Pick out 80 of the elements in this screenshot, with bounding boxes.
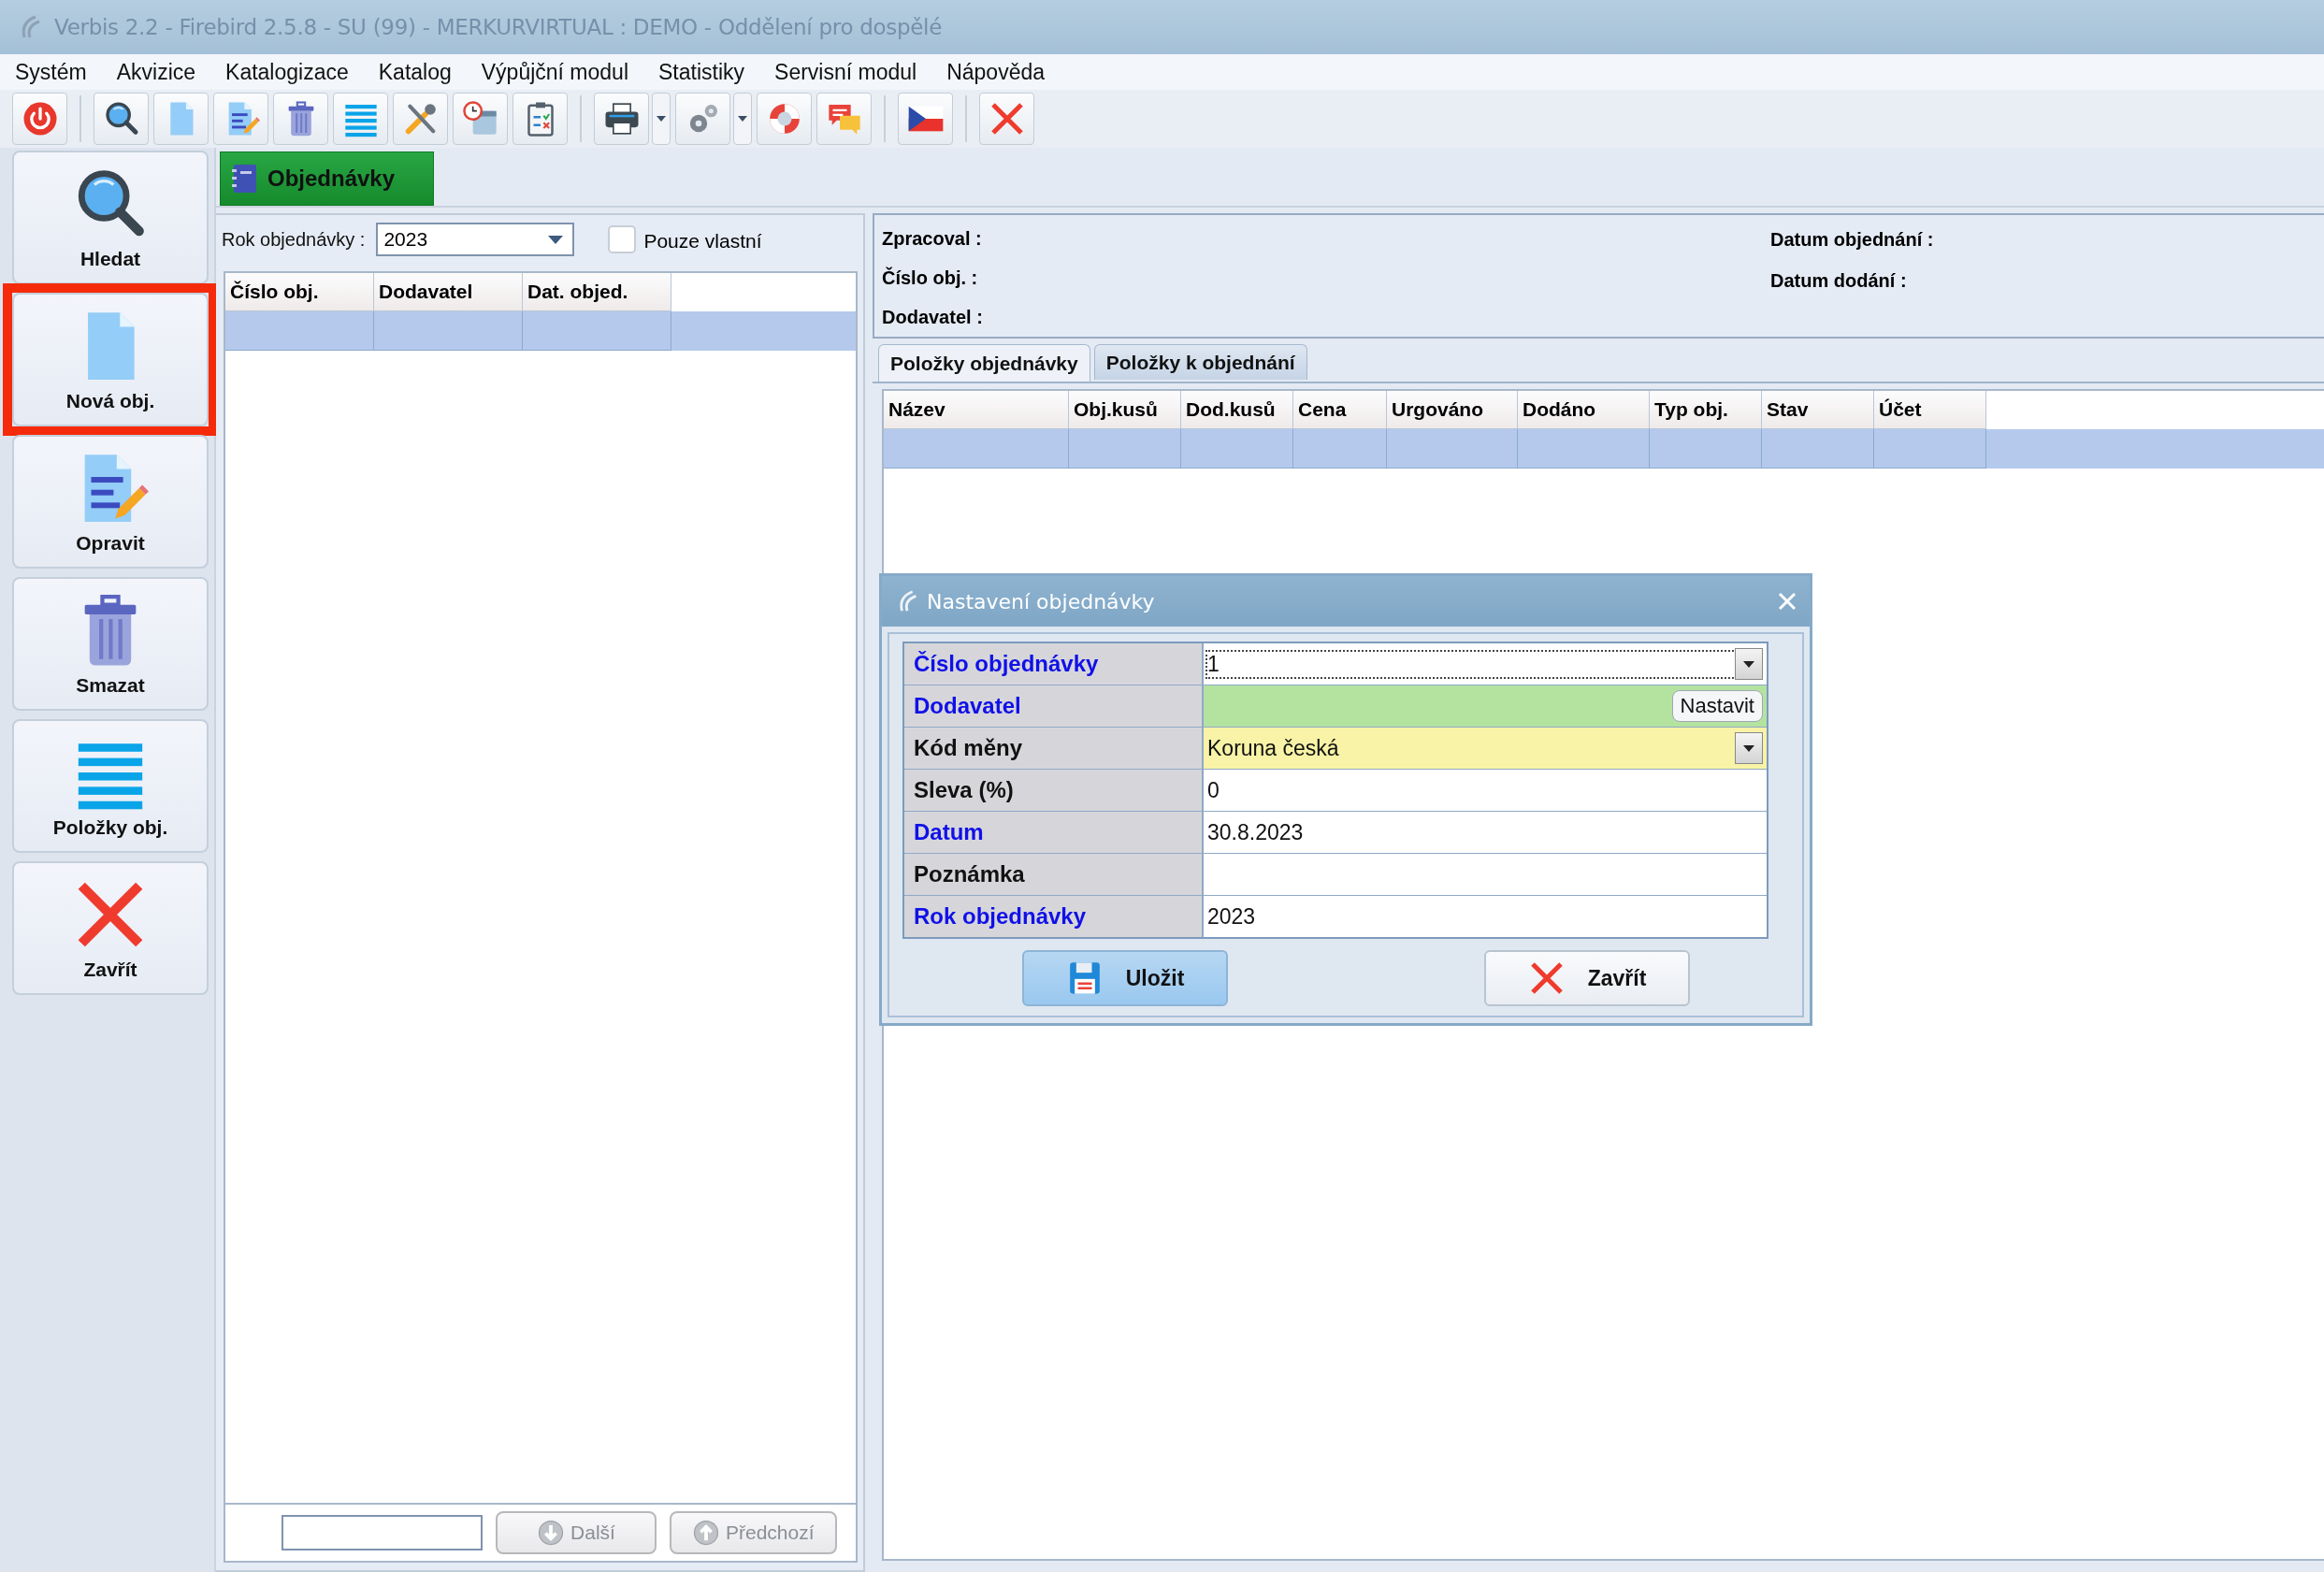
- toolbar-button[interactable]: [898, 93, 953, 145]
- field-label: Číslo obj. :: [882, 266, 979, 290]
- toolbar-button[interactable]: [757, 93, 812, 145]
- field-label: Datum objednání :: [1770, 227, 1934, 252]
- toolbar-button[interactable]: [816, 93, 872, 145]
- save-button[interactable]: Uložit: [1022, 950, 1228, 1006]
- sidebar-button[interactable]: Nová obj.: [12, 293, 209, 426]
- notebook-icon: [230, 163, 258, 195]
- toolbar-button[interactable]: [453, 93, 508, 145]
- caret-icon: [1743, 660, 1754, 668]
- input-field[interactable]: [1204, 854, 1767, 895]
- caret-icon: [548, 235, 564, 244]
- checkbox[interactable]: [608, 225, 637, 253]
- clock-calendar-icon: [461, 100, 499, 137]
- set-button[interactable]: Nastavit: [1671, 690, 1763, 722]
- supplier-field[interactable]: Nastavit: [1204, 685, 1767, 727]
- input-field[interactable]: 0: [1204, 770, 1767, 811]
- menu-item[interactable]: Výpůjční modul: [469, 59, 640, 85]
- caret-icon: [738, 116, 747, 122]
- menu-item[interactable]: Nápověda: [935, 59, 1057, 85]
- sidebar-button[interactable]: Smazat: [12, 577, 209, 711]
- column-header[interactable]: Dod.kusů: [1181, 391, 1293, 429]
- toolbar-button[interactable]: [273, 93, 328, 145]
- column-header[interactable]: Stav: [1762, 391, 1874, 429]
- dropdown-button[interactable]: [1735, 648, 1763, 680]
- menu-item[interactable]: Akvizice: [105, 59, 208, 85]
- field-label: Poznámka: [904, 854, 1204, 895]
- field-label: Rok objednávky: [904, 896, 1204, 937]
- sidebar-button[interactable]: Opravit: [12, 435, 209, 569]
- caret-icon: [657, 116, 666, 122]
- tab[interactable]: Položky objednávky: [878, 344, 1090, 382]
- field-label: Datum: [904, 812, 1204, 853]
- toolbar-button[interactable]: [12, 93, 67, 145]
- toolbar-button[interactable]: [594, 93, 649, 145]
- column-header[interactable]: Číslo obj.: [225, 273, 374, 311]
- toolbar-button[interactable]: [94, 93, 149, 145]
- tab[interactable]: Objednávky: [220, 151, 434, 206]
- field-label: Zpracoval :: [882, 226, 983, 251]
- caret-icon: [1743, 744, 1754, 752]
- menu-item[interactable]: Servisní modul: [763, 59, 929, 85]
- column-header[interactable]: Dodáno: [1518, 391, 1650, 429]
- field-label: Číslo objednávky: [904, 643, 1204, 685]
- dropdown-button[interactable]: [1735, 732, 1763, 764]
- input-field[interactable]: 30.8.2023: [1204, 812, 1767, 853]
- column-header[interactable]: Dat. objed.: [523, 273, 671, 311]
- dialog-title: Nastavení objednávky: [927, 589, 1156, 613]
- column-header[interactable]: Název: [884, 391, 1069, 429]
- filter-label: Rok objednávky :: [222, 228, 366, 251]
- dropdown-button[interactable]: [652, 93, 671, 145]
- column-header[interactable]: Obj.kusů: [1069, 391, 1181, 429]
- tab[interactable]: Položky k objednání: [1093, 344, 1307, 380]
- dropdown-field[interactable]: 1: [1204, 643, 1767, 685]
- close-button[interactable]: Zavřít: [1484, 950, 1690, 1006]
- dropdown-field[interactable]: Koruna česká: [1204, 728, 1767, 769]
- field-label: Dodavatel: [904, 685, 1204, 727]
- toolbar-button[interactable]: [213, 93, 268, 145]
- input-field[interactable]: [281, 1515, 483, 1550]
- field-label: Kód měny: [904, 728, 1204, 769]
- year-dropdown[interactable]: 2023: [376, 223, 575, 256]
- dropdown-button[interactable]: [733, 93, 752, 145]
- sidebar-button[interactable]: Položky obj.: [12, 719, 209, 853]
- column-header[interactable]: Účet: [1874, 391, 1986, 429]
- column-header[interactable]: Dodavatel: [374, 273, 523, 311]
- sidebar-button[interactable]: Zavřít: [12, 861, 209, 995]
- column-header[interactable]: Cena: [1293, 391, 1387, 429]
- menu-item[interactable]: Katalogizace: [214, 59, 360, 85]
- checkbox-label: Pouze vlastní: [643, 229, 762, 252]
- field-label: Sleva (%): [904, 770, 1204, 811]
- close-icon: [1778, 592, 1797, 611]
- menu-item[interactable]: Statistiky: [647, 59, 757, 85]
- menu-item[interactable]: Systém: [4, 59, 98, 85]
- toolbar-button[interactable]: [512, 93, 568, 145]
- field-label: Datum dodání :: [1770, 268, 1908, 293]
- input-field[interactable]: 2023: [1204, 896, 1767, 937]
- sidebar-button[interactable]: Hledat: [12, 151, 209, 284]
- field-label: Dodavatel :: [882, 305, 984, 329]
- column-header[interactable]: Urgováno: [1387, 391, 1518, 429]
- toolbar-button[interactable]: [393, 93, 448, 145]
- column-header[interactable]: Typ obj.: [1650, 391, 1762, 429]
- menu-item[interactable]: Katalog: [367, 59, 463, 85]
